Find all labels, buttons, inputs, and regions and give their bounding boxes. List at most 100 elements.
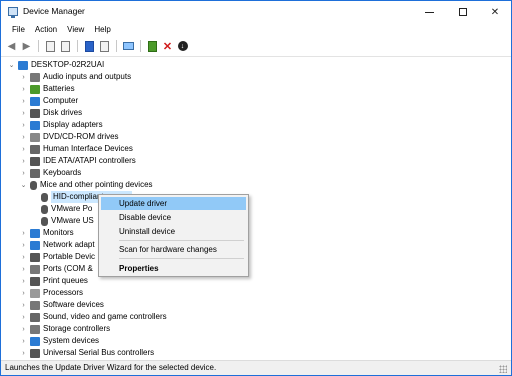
context-menu: Update driver Disable device Uninstall d… xyxy=(98,194,249,277)
update-driver-menu-item[interactable]: Update driver xyxy=(101,197,246,210)
tree-category[interactable]: › IDE ATA/ATAPI controllers xyxy=(19,155,136,167)
menu-separator xyxy=(119,258,244,259)
ide-controller-icon xyxy=(30,156,40,166)
menu-separator xyxy=(119,240,244,241)
chevron-right-icon[interactable]: › xyxy=(19,263,28,275)
category-label: Universal Serial Bus controllers xyxy=(43,348,155,357)
uninstall-x-icon[interactable]: ✕ xyxy=(161,40,174,53)
chevron-right-icon[interactable]: › xyxy=(19,167,28,179)
chevron-right-icon[interactable]: › xyxy=(19,311,28,323)
tree-category[interactable]: › Processors xyxy=(19,287,83,299)
properties-menu-item[interactable]: Properties xyxy=(101,262,246,275)
title-bar: Device Manager ✕ xyxy=(1,1,511,23)
category-label: Display adapters xyxy=(43,120,103,129)
forward-arrow-icon[interactable]: ▶ xyxy=(20,40,33,53)
tree-category[interactable]: › Audio inputs and outputs xyxy=(19,71,131,83)
close-button[interactable]: ✕ xyxy=(479,1,511,23)
chevron-right-icon[interactable]: › xyxy=(19,155,28,167)
tree-category[interactable]: › Ports (COM & xyxy=(19,263,93,275)
chevron-right-icon[interactable]: › xyxy=(19,275,28,287)
chevron-right-icon[interactable]: › xyxy=(19,251,28,263)
tree-category[interactable]: › Human Interface Devices xyxy=(19,143,133,155)
menu-help[interactable]: Help xyxy=(89,23,115,37)
mouse-icon xyxy=(41,192,48,202)
tree-device[interactable]: VMware US xyxy=(39,215,94,227)
chevron-right-icon[interactable]: › xyxy=(19,71,28,83)
chevron-right-icon[interactable]: › xyxy=(19,95,28,107)
minimize-icon xyxy=(424,11,434,13)
category-label: System devices xyxy=(43,336,100,345)
category-label: Batteries xyxy=(43,84,75,93)
tree-category[interactable]: › Keyboards xyxy=(19,167,81,179)
menu-action[interactable]: Action xyxy=(30,23,62,37)
tree-root[interactable]: ⌄ DESKTOP-02R2UAI xyxy=(7,59,104,71)
software-device-icon xyxy=(30,300,40,310)
port-icon xyxy=(30,264,40,274)
tree-category[interactable]: › Network adapt xyxy=(19,239,95,251)
tree-category[interactable]: › Print queues xyxy=(19,275,88,287)
menu-file[interactable]: File xyxy=(7,23,30,37)
chevron-down-icon[interactable]: ⌄ xyxy=(19,179,28,191)
chevron-right-icon[interactable]: › xyxy=(19,239,28,251)
category-label: Human Interface Devices xyxy=(43,144,133,153)
keyboard-icon xyxy=(30,168,40,178)
device-manager-window: Device Manager ✕ File Action View Help ◀… xyxy=(0,0,512,376)
maximize-button[interactable] xyxy=(447,1,479,23)
resize-grip-icon[interactable] xyxy=(499,365,507,373)
chevron-right-icon[interactable]: › xyxy=(19,335,28,347)
back-arrow-icon[interactable]: ◀ xyxy=(5,40,18,53)
minimize-button[interactable] xyxy=(413,1,445,23)
toolbar-divider xyxy=(77,40,78,52)
processor-icon xyxy=(30,288,40,298)
tree-category-expanded[interactable]: ⌄ Mice and other pointing devices xyxy=(19,179,153,191)
device-manager-icon xyxy=(8,7,18,18)
chevron-right-icon[interactable]: › xyxy=(19,287,28,299)
help-icon[interactable] xyxy=(83,40,96,53)
uninstall-device-menu-item[interactable]: Uninstall device xyxy=(101,225,246,238)
tree-category[interactable]: › Sound, video and game controllers xyxy=(19,311,167,323)
maximize-icon xyxy=(459,8,467,16)
scan-hardware-menu-item[interactable]: Scan for hardware changes xyxy=(101,243,246,256)
tree-root-label: DESKTOP-02R2UAI xyxy=(31,60,105,69)
category-label: Ports (COM & xyxy=(43,264,93,273)
chevron-right-icon[interactable]: › xyxy=(19,143,28,155)
category-label: Monitors xyxy=(43,228,74,237)
properties-icon[interactable] xyxy=(44,40,57,53)
tree-category[interactable]: › Software devices xyxy=(19,299,104,311)
chevron-right-icon[interactable]: › xyxy=(19,227,28,239)
tree-category[interactable]: › Display adapters xyxy=(19,119,103,131)
download-icon[interactable]: ↓ xyxy=(176,40,189,53)
device-label: VMware Po xyxy=(51,204,93,213)
chevron-right-icon[interactable]: › xyxy=(19,299,28,311)
tree-category[interactable]: › Portable Devic xyxy=(19,251,95,263)
chevron-right-icon[interactable]: › xyxy=(19,131,28,143)
disable-device-menu-item[interactable]: Disable device xyxy=(101,211,246,224)
chevron-right-icon[interactable]: › xyxy=(19,83,28,95)
tree-category[interactable]: › System devices xyxy=(19,335,99,347)
audio-icon xyxy=(30,72,40,82)
tree-category[interactable]: › Universal Serial Bus controllers xyxy=(19,347,154,359)
toolbar: ◀ ▶ ✕ ↓ xyxy=(1,38,511,54)
chevron-right-icon[interactable]: › xyxy=(19,323,28,335)
status-bar: Launches the Update Driver Wizard for th… xyxy=(1,360,511,375)
action-pane-icon[interactable] xyxy=(98,40,111,53)
tree-category[interactable]: › Disk drives xyxy=(19,107,82,119)
tree-device[interactable]: VMware Po xyxy=(39,203,92,215)
show-hide-console-tree-icon[interactable] xyxy=(59,40,72,53)
tree-category[interactable]: › Batteries xyxy=(19,83,75,95)
category-label: Computer xyxy=(43,96,79,105)
chevron-right-icon[interactable]: › xyxy=(19,107,28,119)
menu-view[interactable]: View xyxy=(62,23,89,37)
tree-category[interactable]: › Computer xyxy=(19,95,78,107)
monitor-icon[interactable] xyxy=(122,40,135,53)
enable-device-icon[interactable] xyxy=(146,40,159,53)
chevron-right-icon[interactable]: › xyxy=(19,119,28,131)
status-text: Launches the Update Driver Wizard for th… xyxy=(5,363,217,372)
chevron-right-icon[interactable]: › xyxy=(19,347,28,359)
hid-icon xyxy=(30,144,40,154)
tree-category[interactable]: › DVD/CD-ROM drives xyxy=(19,131,119,143)
chevron-down-icon[interactable]: ⌄ xyxy=(7,59,16,71)
tree-category[interactable]: › Storage controllers xyxy=(19,323,110,335)
tree-category[interactable]: › Monitors xyxy=(19,227,74,239)
category-label: Network adapt xyxy=(43,240,95,249)
